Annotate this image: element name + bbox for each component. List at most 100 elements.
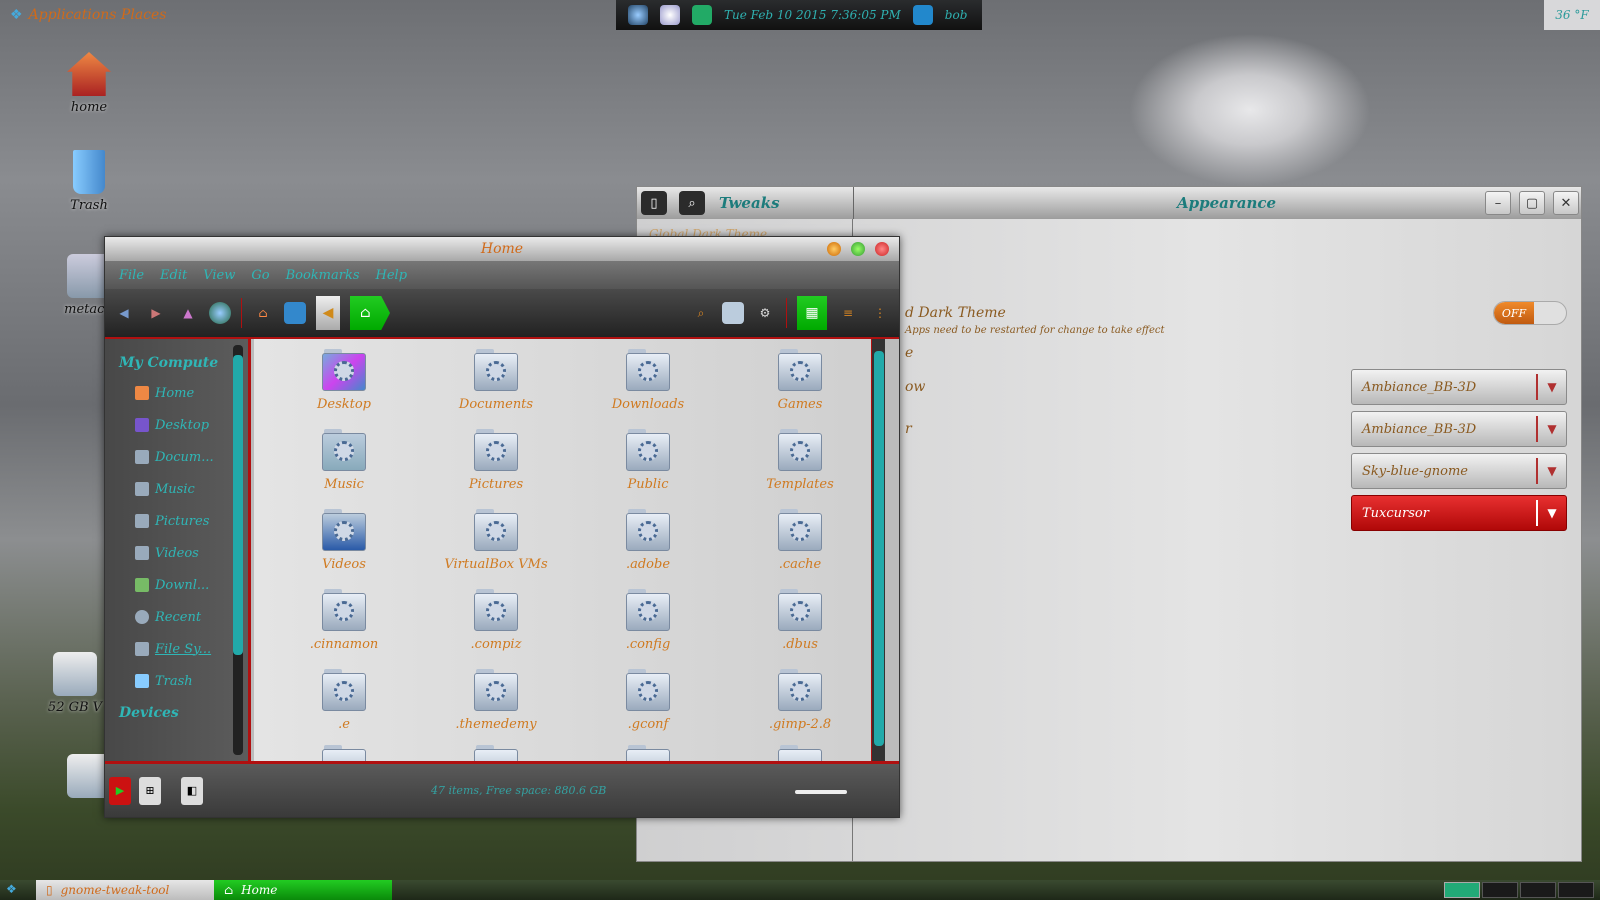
weather-applet[interactable]: 36 °F	[1544, 0, 1600, 30]
taskbar-item-home[interactable]: ⌂ Home	[214, 880, 392, 900]
menu-icon[interactable]: ❖	[6, 882, 26, 898]
combo-value: Tuxcursor	[1362, 505, 1429, 521]
maximize-button[interactable]	[851, 242, 865, 256]
sidebar-scroll-thumb[interactable]	[233, 355, 243, 655]
icon-view-button[interactable]: ▦	[797, 296, 827, 330]
file-item[interactable]: .cache	[730, 507, 870, 572]
file-item[interactable]: Music	[274, 427, 414, 492]
file-item[interactable]: .cinnamon	[274, 587, 414, 652]
files-scroll-thumb[interactable]	[874, 351, 884, 746]
workspace-3[interactable]	[1520, 882, 1556, 898]
file-item[interactable]: Documents	[426, 347, 566, 412]
file-item[interactable]	[578, 743, 718, 763]
sidebar-item-desktop[interactable]: Desktop	[105, 409, 248, 441]
network-icon[interactable]	[628, 5, 648, 25]
files-scrollbar[interactable]	[871, 339, 885, 763]
file-manager-titlebar[interactable]: Home	[105, 237, 899, 261]
workspace-1[interactable]	[1444, 882, 1480, 898]
file-item[interactable]: Public	[578, 427, 718, 492]
gtk-theme-combo[interactable]: Ambiance_BB-3D ▼	[1351, 369, 1567, 405]
file-item[interactable]: .themedemy	[426, 667, 566, 732]
file-item[interactable]	[274, 743, 414, 763]
edit-icon[interactable]	[722, 302, 744, 324]
menu-bookmarks[interactable]: Bookmarks	[286, 268, 360, 283]
menu-go[interactable]: Go	[251, 268, 269, 283]
sidebar-item-home[interactable]: Home	[105, 377, 248, 409]
file-item[interactable]: .gconf	[578, 667, 718, 732]
sidebar-item-trash[interactable]: Trash	[105, 665, 248, 697]
display-icon[interactable]	[912, 5, 933, 25]
close-button[interactable]	[875, 242, 889, 256]
file-item[interactable]: .compiz	[426, 587, 566, 652]
file-item[interactable]: VirtualBox VMs	[426, 507, 566, 572]
sidebar-item-filesystem[interactable]: File Sy...	[105, 633, 248, 665]
media-icon[interactable]	[660, 5, 680, 25]
cursor-theme-combo[interactable]: Tuxcursor ▼	[1351, 495, 1567, 531]
up-icon[interactable]: ▲	[177, 302, 199, 324]
file-item[interactable]: .dbus	[730, 587, 870, 652]
file-item[interactable]	[730, 743, 870, 763]
zoom-slider[interactable]	[795, 790, 847, 794]
file-item[interactable]: Desktop	[274, 347, 414, 412]
minimize-button[interactable]: –	[1485, 191, 1511, 215]
applications-menu[interactable]: ❖ Applications Places	[0, 0, 180, 30]
file-item[interactable]: Downloads	[578, 347, 718, 412]
sidebar-item-downloads[interactable]: Downl...	[105, 569, 248, 601]
sidebar-heading-computer[interactable]: My Compute	[105, 347, 248, 377]
workspace-4[interactable]	[1558, 882, 1594, 898]
icon-theme-combo[interactable]: Sky-blue-gnome ▼	[1351, 453, 1567, 489]
file-item[interactable]: .config	[578, 587, 718, 652]
sidebar-toggle-button[interactable]: ▯	[641, 191, 667, 215]
file-item[interactable]: Pictures	[426, 427, 566, 492]
menu-help[interactable]: Help	[376, 268, 408, 283]
sidebar-scrollbar[interactable]	[233, 345, 243, 755]
sidebar-item-recent[interactable]: Recent	[105, 601, 248, 633]
file-item[interactable]: .adobe	[578, 507, 718, 572]
path-home-button[interactable]: ⌂	[350, 296, 390, 330]
search-icon[interactable]: ⌕	[690, 302, 712, 324]
show-tree-button[interactable]: ⊞	[139, 776, 161, 805]
title-separator	[853, 187, 854, 219]
workspace-2[interactable]	[1482, 882, 1518, 898]
list-view-icon[interactable]: ≡	[837, 302, 859, 324]
menu-file[interactable]: File	[119, 268, 144, 283]
search-button[interactable]: ⌕	[679, 191, 705, 215]
sidebar-item-pictures[interactable]: Pictures	[105, 505, 248, 537]
sidebar-item-documents[interactable]: Docum...	[105, 441, 248, 473]
user-name[interactable]: bob	[945, 8, 968, 22]
show-places-button[interactable]: ▶	[109, 776, 131, 805]
menu-view[interactable]: View	[203, 268, 235, 283]
window-theme-combo[interactable]: Ambiance_BB-3D ▼	[1351, 411, 1567, 447]
file-item[interactable]: .e	[274, 667, 414, 732]
file-item[interactable]	[426, 743, 566, 763]
tweak-titlebar[interactable]: ▯ ⌕ Tweaks Appearance – ▢ ✕	[637, 187, 1581, 219]
extra-pane-button[interactable]: ◧	[181, 776, 203, 805]
desktop-icon-volume[interactable]: 52 GB V	[40, 652, 110, 715]
music-icon[interactable]	[692, 5, 712, 25]
dark-theme-toggle[interactable]: OFF	[1493, 301, 1567, 325]
minimize-button[interactable]	[827, 242, 841, 256]
sidebar-item-music[interactable]: Music	[105, 473, 248, 505]
file-item[interactable]: Games	[730, 347, 870, 412]
clock[interactable]: Tue Feb 10 2015 7:36:05 PM	[724, 8, 901, 22]
sidebar-item-label: Pictures	[155, 513, 210, 529]
desktop-icon-home[interactable]: home	[54, 52, 124, 115]
maximize-button[interactable]: ▢	[1519, 191, 1545, 215]
desktop-icon-trash[interactable]: Trash	[54, 150, 124, 213]
close-button[interactable]: ✕	[1553, 191, 1579, 215]
sidebar-heading-devices[interactable]: Devices	[105, 697, 248, 727]
settings-icon[interactable]: ⚙	[754, 302, 776, 324]
forward-icon[interactable]: ▶	[145, 302, 167, 324]
file-item[interactable]: Videos	[274, 507, 414, 572]
path-scroll-left-button[interactable]: ◀	[316, 296, 340, 330]
compact-view-icon[interactable]: ⋮	[869, 302, 891, 324]
menu-edit[interactable]: Edit	[160, 268, 187, 283]
file-item[interactable]: Templates	[730, 427, 870, 492]
file-item[interactable]: .gimp-2.8	[730, 667, 870, 732]
home-icon[interactable]: ⌂	[252, 302, 274, 324]
taskbar-item-tweak[interactable]: ▯ gnome-tweak-tool	[36, 880, 214, 900]
back-icon[interactable]: ◀	[113, 302, 135, 324]
network-icon[interactable]	[209, 302, 231, 324]
sidebar-item-videos[interactable]: Videos	[105, 537, 248, 569]
computer-icon[interactable]	[284, 302, 306, 324]
